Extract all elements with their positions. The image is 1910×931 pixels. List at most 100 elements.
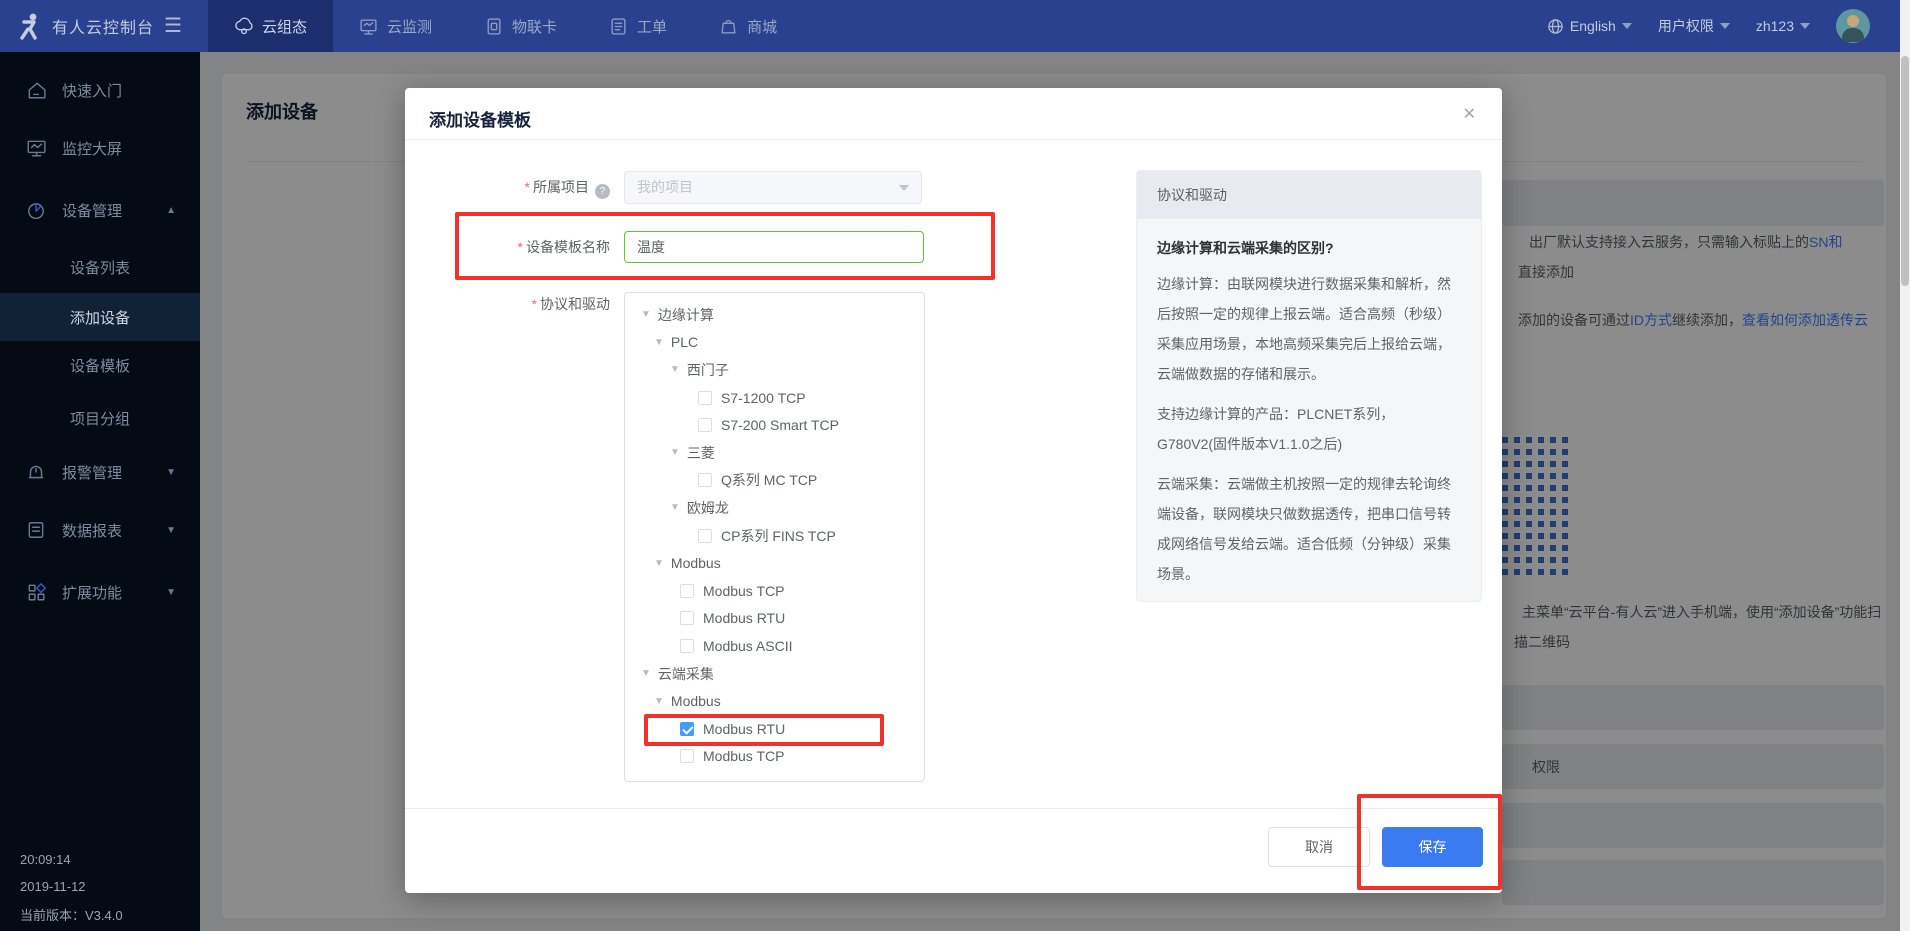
permissions-label: 用户权限: [1658, 16, 1714, 36]
screen-icon: [26, 138, 46, 158]
nav-tab-5[interactable]: 商城: [693, 0, 803, 52]
tree-node-16[interactable]: Modbus RTU: [625, 715, 924, 743]
permissions-menu[interactable]: 用户权限: [1658, 16, 1730, 36]
tree-node-6[interactable]: ▼ 三菱: [625, 439, 924, 467]
tree-node-label: PLC: [671, 334, 698, 350]
chevron-icon: ▼: [166, 467, 176, 478]
caret-down-icon[interactable]: ▼: [654, 558, 664, 569]
caret-down-icon[interactable]: ▼: [670, 364, 680, 375]
tree-node-label: 西门子: [687, 360, 729, 380]
tree-node-label: 三菱: [687, 443, 715, 463]
checkbox-unchecked[interactable]: [698, 418, 712, 432]
scrollbar-thumb[interactable]: [1901, 56, 1909, 286]
tree-node-13[interactable]: Modbus ASCII: [625, 632, 924, 660]
chevron-icon: ▼: [166, 525, 176, 536]
save-button[interactable]: 保存: [1382, 827, 1483, 867]
tree-node-11[interactable]: Modbus TCP: [625, 577, 924, 605]
tree-node-label: CP系列 FINS TCP: [721, 526, 836, 546]
sidebar-subitem-3[interactable]: 设备模板: [0, 341, 200, 389]
cancel-button[interactable]: 取消: [1268, 827, 1370, 867]
close-icon[interactable]: ✕: [1463, 104, 1476, 124]
checkbox-unchecked[interactable]: [680, 749, 694, 763]
chevron-down-icon: [1720, 23, 1730, 29]
sidebar-item-label: 报警管理: [62, 462, 122, 483]
tree-node-14[interactable]: ▼云端采集: [625, 660, 924, 688]
tree-node-label: Modbus RTU: [703, 610, 785, 626]
tree-node-17[interactable]: Modbus TCP: [625, 743, 924, 771]
caret-down-icon[interactable]: ▼: [641, 668, 651, 679]
checkbox-unchecked[interactable]: [698, 473, 712, 487]
tree-node-7[interactable]: Q系列 MC TCP: [625, 467, 924, 495]
caret-down-icon[interactable]: ▼: [654, 696, 664, 707]
language-label: English: [1570, 18, 1616, 34]
dialog-title: 添加设备模板: [429, 106, 531, 131]
sidebar-item-screen[interactable]: 监控大屏: [0, 129, 200, 167]
tree-node-15[interactable]: ▼ Modbus: [625, 687, 924, 715]
divider: [405, 139, 1502, 140]
protocol-info-panel: 协议和驱动 边缘计算和云端采集的区别? 边缘计算：由联网模块进行数据采集和解析，…: [1136, 170, 1482, 602]
sidebar-subitem-1[interactable]: 设备列表: [0, 243, 200, 291]
info-panel-header: 协议和驱动: [1137, 171, 1481, 219]
template-name-input[interactable]: [624, 231, 924, 263]
info-paragraph: 云端采集：云端做主机按照一定的规律去轮询终端设备，联网模块只做数据透传，把串口信…: [1157, 469, 1461, 589]
sidebar-item-report[interactable]: 数据报表 ▼: [0, 511, 200, 549]
nav-tab-1[interactable]: 云组态: [208, 0, 333, 52]
tree-node-label: S7-1200 TCP: [721, 390, 806, 406]
checkbox-unchecked[interactable]: [698, 529, 712, 543]
tree-node-5[interactable]: S7-200 Smart TCP: [625, 411, 924, 439]
caret-down-icon[interactable]: ▼: [670, 502, 680, 513]
tree-node-3[interactable]: ▼ 西门子: [625, 356, 924, 384]
avatar[interactable]: [1836, 9, 1870, 43]
sidebar-subitem-2[interactable]: 添加设备: [0, 293, 200, 341]
caret-down-icon[interactable]: ▼: [654, 337, 664, 348]
nav-tab-label: 商城: [747, 16, 777, 37]
alarm-icon: [26, 462, 46, 482]
sidebar-subitem-4[interactable]: 项目分组: [0, 394, 200, 442]
tree-node-label: Modbus RTU: [703, 721, 785, 737]
nav-tab-4[interactable]: 工单: [583, 0, 693, 52]
sidebar-item-alarm[interactable]: 报警管理 ▼: [0, 453, 200, 491]
sidebar-version: 当前版本：V3.4.0: [20, 905, 123, 924]
chevron-icon: ▲: [166, 205, 176, 216]
tree-node-9[interactable]: CP系列 FINS TCP: [625, 522, 924, 550]
tree-node-10[interactable]: ▼Modbus: [625, 549, 924, 577]
tree-node-12[interactable]: Modbus RTU: [625, 605, 924, 633]
chevron-down-icon: [1622, 23, 1632, 29]
username-label: zh123: [1756, 18, 1794, 34]
extension-icon: [26, 582, 46, 602]
home-icon: [26, 80, 46, 100]
checkbox-unchecked[interactable]: [698, 391, 712, 405]
help-icon[interactable]: ?: [595, 184, 610, 199]
checkbox-unchecked[interactable]: [680, 639, 694, 653]
menu-toggle-icon[interactable]: ☰: [164, 16, 182, 36]
caret-down-icon[interactable]: ▼: [670, 447, 680, 458]
protocol-label: *协议和驱动: [405, 288, 610, 321]
sidebar-item-device[interactable]: 设备管理 ▲: [0, 191, 200, 229]
usr-logo-icon: [14, 11, 44, 41]
checkbox-unchecked[interactable]: [680, 584, 694, 598]
sidebar-item-extension[interactable]: 扩展功能▼: [0, 573, 200, 611]
nav-tab-3[interactable]: 物联卡: [458, 0, 583, 52]
caret-down-icon[interactable]: ▼: [641, 309, 651, 320]
tree-node-label: 边缘计算: [658, 305, 714, 325]
sidebar-item-label: 扩展功能: [62, 582, 122, 603]
nav-tab-2[interactable]: 云监测: [333, 0, 458, 52]
tree-node-label: Modbus: [671, 693, 721, 709]
sidebar-item-label: 监控大屏: [62, 138, 122, 159]
cloud-scada-icon: [234, 17, 253, 36]
checkbox-unchecked[interactable]: [680, 611, 694, 625]
project-select[interactable]: 我的项目: [624, 171, 922, 204]
tree-node-8[interactable]: ▼欧姆龙: [625, 494, 924, 522]
tree-node-2[interactable]: ▼ PLC: [625, 329, 924, 357]
user-menu[interactable]: zh123: [1756, 18, 1810, 34]
scrollbar-track: [1900, 0, 1910, 931]
sidebar-item-label: 数据报表: [62, 520, 122, 541]
tree-node-label: Modbus TCP: [703, 748, 784, 764]
tree-node-1[interactable]: ▼ 边缘计算: [625, 301, 924, 329]
sidebar-item-label: 设备管理: [62, 200, 122, 221]
checkbox-checked[interactable]: [680, 722, 694, 736]
language-switcher[interactable]: English: [1547, 18, 1632, 35]
sidebar-item-home[interactable]: 快速入门: [0, 71, 200, 109]
info-paragraph: 支持边缘计算的产品：PLCNET系列，G780V2(固件版本V1.1.0之后): [1157, 399, 1461, 459]
tree-node-4[interactable]: S7-1200 TCP: [625, 384, 924, 412]
